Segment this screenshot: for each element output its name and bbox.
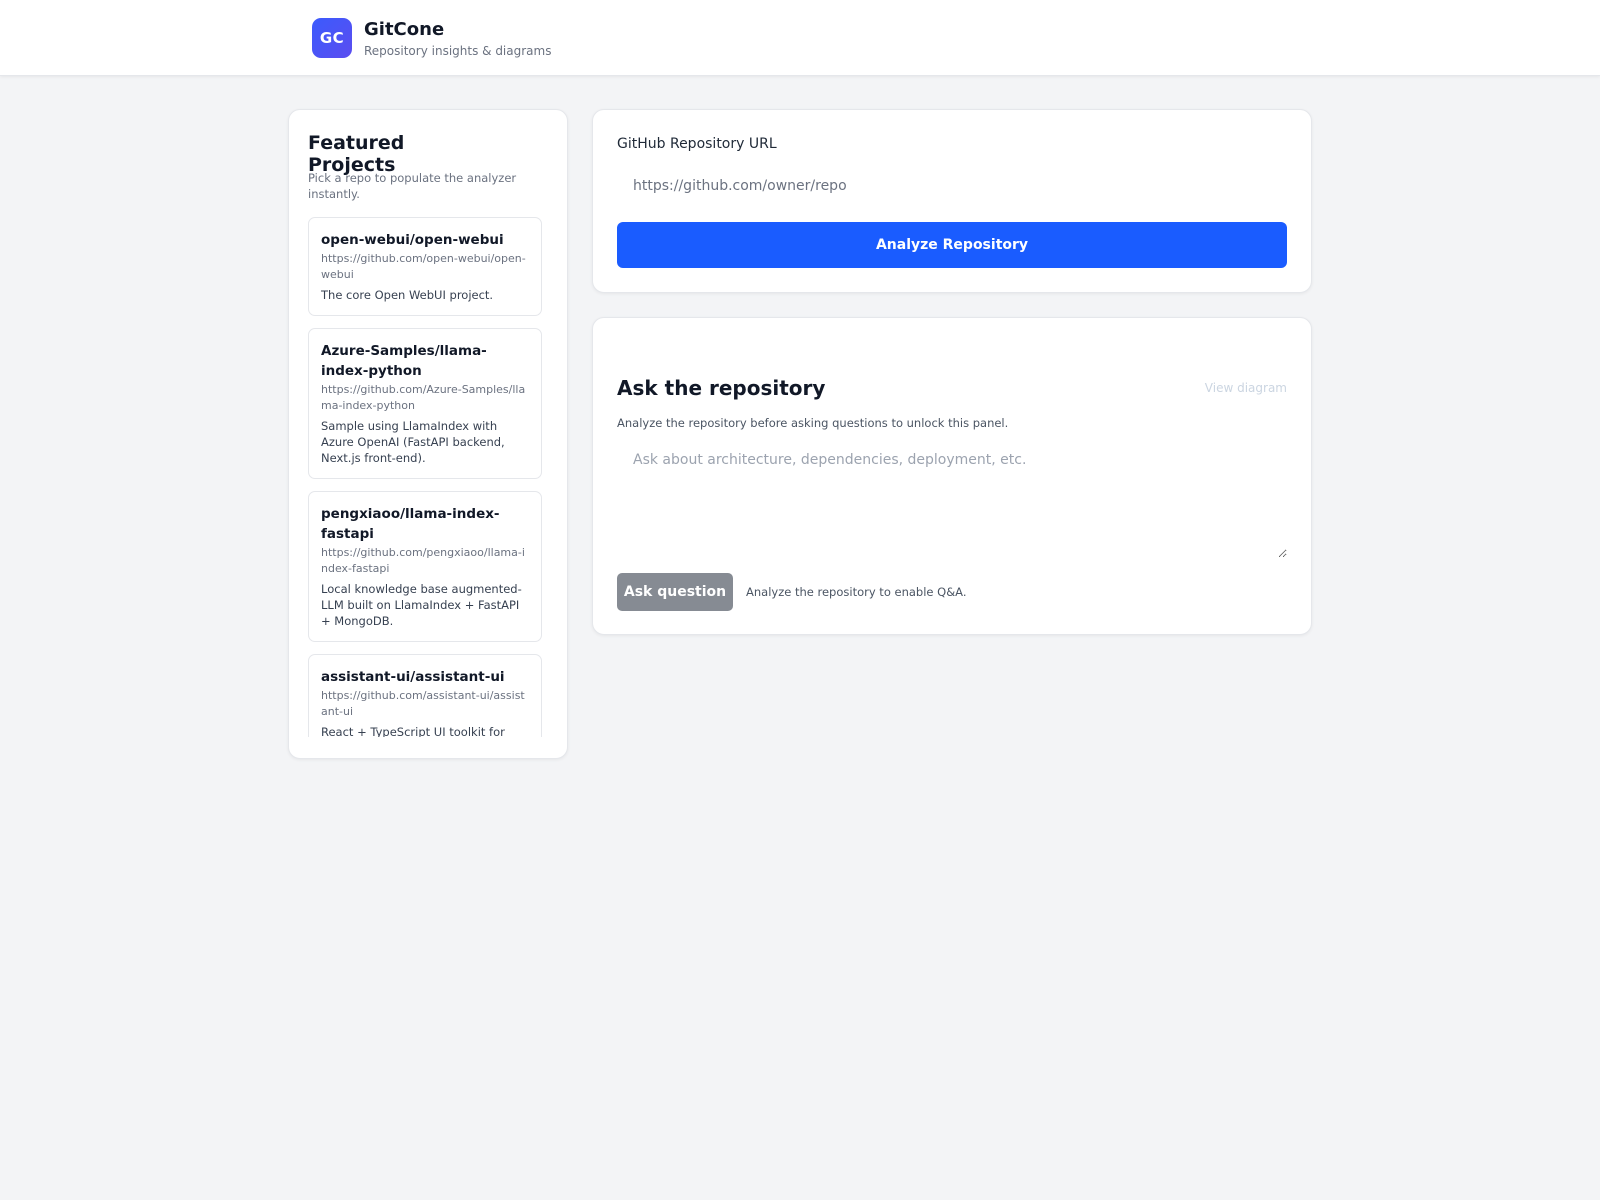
project-url: https://github.com/pengxiaoo/llama-index… — [321, 546, 525, 575]
project-url: https://github.com/open-webui/open-webui — [321, 252, 526, 281]
project-card[interactable]: open-webui/open-webui https://github.com… — [308, 217, 542, 316]
project-card[interactable]: Azure-Samples/llama-index-python https:/… — [308, 328, 542, 479]
ask-repository-panel: Ask the repository View diagram Analyze … — [592, 317, 1312, 635]
project-description: Local knowledge base augmented-LLM built… — [321, 582, 522, 628]
app-logo[interactable]: GC — [312, 18, 352, 58]
project-description: The core Open WebUI project. — [321, 288, 494, 302]
ask-repository-subtitle: Analyze the repository before asking que… — [617, 416, 1009, 430]
ask-hint-text: Analyze the repository to enable Q&A. — [746, 585, 967, 599]
project-url: https://github.com/Azure-Samples/llama-i… — [321, 383, 526, 412]
project-name: pengxiaoo/llama-index-fastapi — [321, 506, 500, 542]
project-url: https://github.com/assistant-ui/assistan… — [321, 689, 525, 718]
app-name: GitCone — [364, 19, 445, 40]
project-card[interactable]: assistant-ui/assistant-ui https://github… — [308, 654, 542, 737]
project-description: React + TypeScript UI toolkit for buildi… — [321, 725, 505, 737]
project-name: assistant-ui/assistant-ui — [321, 669, 505, 685]
ask-repository-title: Ask the repository — [617, 376, 826, 400]
project-description: Sample using LlamaIndex with Azure OpenA… — [321, 419, 505, 465]
project-card[interactable]: pengxiaoo/llama-index-fastapi https://gi… — [308, 491, 542, 642]
repository-url-panel: GitHub Repository URL Analyze Repository — [592, 109, 1312, 293]
analyze-repository-button[interactable]: Analyze Repository — [617, 222, 1287, 268]
ask-question-button[interactable]: Ask question — [617, 573, 733, 611]
repository-url-input[interactable] — [617, 166, 1287, 206]
repository-url-label: GitHub Repository URL — [617, 136, 777, 152]
project-name: Azure-Samples/llama-index-python — [321, 343, 487, 379]
featured-projects-subtitle: Pick a repo to populate the analyzer ins… — [308, 171, 517, 201]
project-list: open-webui/open-webui https://github.com… — [308, 217, 542, 737]
question-textarea[interactable] — [617, 440, 1287, 558]
project-name: open-webui/open-webui — [321, 232, 504, 248]
view-diagram-link[interactable]: View diagram — [1205, 381, 1287, 395]
app-header: GC GitCone Repository insights & diagram… — [0, 0, 1600, 76]
app-tagline: Repository insights & diagrams — [364, 44, 552, 58]
